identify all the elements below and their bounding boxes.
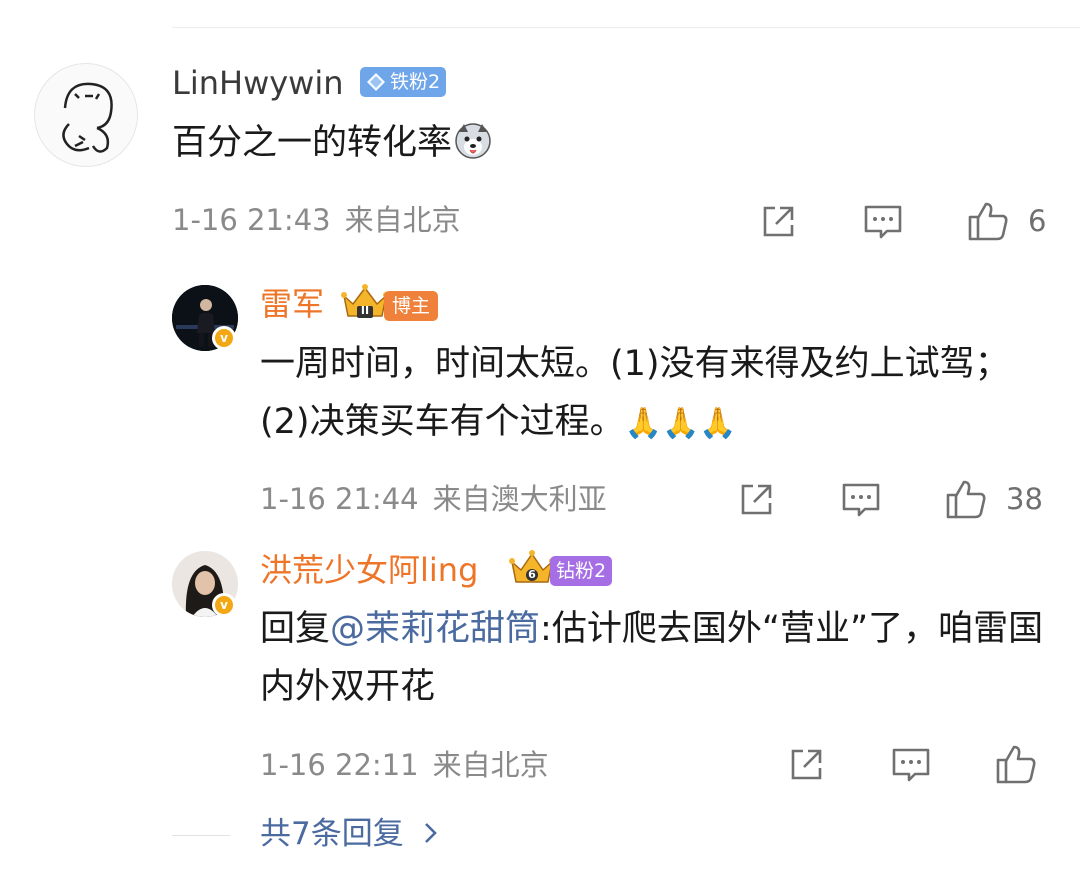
like-button[interactable] bbox=[966, 200, 1010, 246]
more-replies-link[interactable]: 共7条回复 bbox=[260, 814, 440, 854]
share-icon bbox=[791, 749, 822, 780]
username[interactable]: 雷军 bbox=[260, 284, 324, 324]
comment-text: 百分之一的转化率 bbox=[172, 114, 1032, 172]
comment-meta: 1-16 21:43 来自北京 bbox=[172, 200, 461, 240]
timestamp: 1-16 22:11 bbox=[260, 748, 419, 782]
comment-icon bbox=[842, 483, 880, 517]
comment-icon bbox=[864, 205, 902, 239]
username[interactable]: 洪荒少女阿ling bbox=[260, 550, 478, 590]
verified-badge-icon: v bbox=[212, 593, 236, 617]
share-icon bbox=[763, 206, 794, 237]
like-count: 6 bbox=[1028, 204, 1047, 238]
share-button[interactable] bbox=[758, 202, 798, 246]
badge-label: 铁粉2 bbox=[390, 71, 441, 93]
location: 来自北京 bbox=[344, 203, 461, 237]
share-icon bbox=[741, 484, 772, 515]
location: 来自北京 bbox=[432, 748, 549, 782]
timestamp: 1-16 21:44 bbox=[260, 482, 419, 516]
like-button[interactable] bbox=[944, 478, 988, 524]
comment-body: 百分之一的转化率 bbox=[172, 123, 453, 163]
comment-button[interactable] bbox=[840, 480, 882, 524]
mention-link[interactable]: @茉莉花甜筒 bbox=[330, 609, 540, 649]
husky-emoji-icon bbox=[454, 120, 492, 159]
comment-button[interactable] bbox=[862, 202, 904, 246]
share-button[interactable] bbox=[786, 745, 826, 789]
more-replies-dash bbox=[172, 835, 230, 836]
reply-text: 回复@茉莉花甜筒:估计爬去国外“营业”了，咱雷国内外双开花 bbox=[260, 600, 1050, 716]
like-count: 38 bbox=[1006, 482, 1043, 516]
like-button[interactable] bbox=[994, 743, 1038, 789]
comment-button[interactable] bbox=[890, 745, 932, 789]
username[interactable]: LinHwywin bbox=[172, 63, 344, 103]
avatar[interactable] bbox=[34, 63, 138, 167]
diamond-icon bbox=[367, 73, 385, 91]
reply-prefix: 回复 bbox=[260, 609, 331, 649]
thumbs-up-icon bbox=[968, 202, 1008, 241]
reply-meta: 1-16 22:11 来自北京 bbox=[260, 745, 549, 785]
sketch-face-icon bbox=[62, 82, 113, 153]
fan-badge[interactable]: 钻粉2 bbox=[550, 556, 613, 586]
location: 来自澳大利亚 bbox=[432, 482, 607, 516]
blogger-badge[interactable]: 博主 bbox=[384, 291, 439, 321]
verified-badge-icon: v bbox=[212, 326, 236, 350]
pray-emoji: 🙏🙏🙏 bbox=[624, 406, 737, 441]
chevron-right-icon bbox=[424, 823, 437, 843]
badge-level: 6 bbox=[528, 568, 536, 581]
fan-badge[interactable]: 铁粉2 bbox=[360, 67, 447, 97]
thumbs-up-icon bbox=[996, 745, 1036, 784]
crown-icon: II bbox=[340, 282, 390, 326]
more-replies-label: 共7条回复 bbox=[260, 816, 404, 852]
badge-level: II bbox=[360, 304, 370, 317]
crown-icon: 6 bbox=[508, 548, 556, 592]
top-divider bbox=[172, 27, 1080, 28]
share-button[interactable] bbox=[736, 480, 776, 524]
thumbs-up-icon bbox=[946, 480, 986, 519]
reply-text: 一周时间，时间太短。(1)没有来得及约上试驾；(2)决策买车有个过程。🙏🙏🙏 bbox=[260, 335, 1050, 453]
reply-meta: 1-16 21:44 来自澳大利亚 bbox=[260, 479, 607, 519]
comment-icon bbox=[892, 748, 930, 782]
timestamp: 1-16 21:43 bbox=[172, 203, 331, 237]
